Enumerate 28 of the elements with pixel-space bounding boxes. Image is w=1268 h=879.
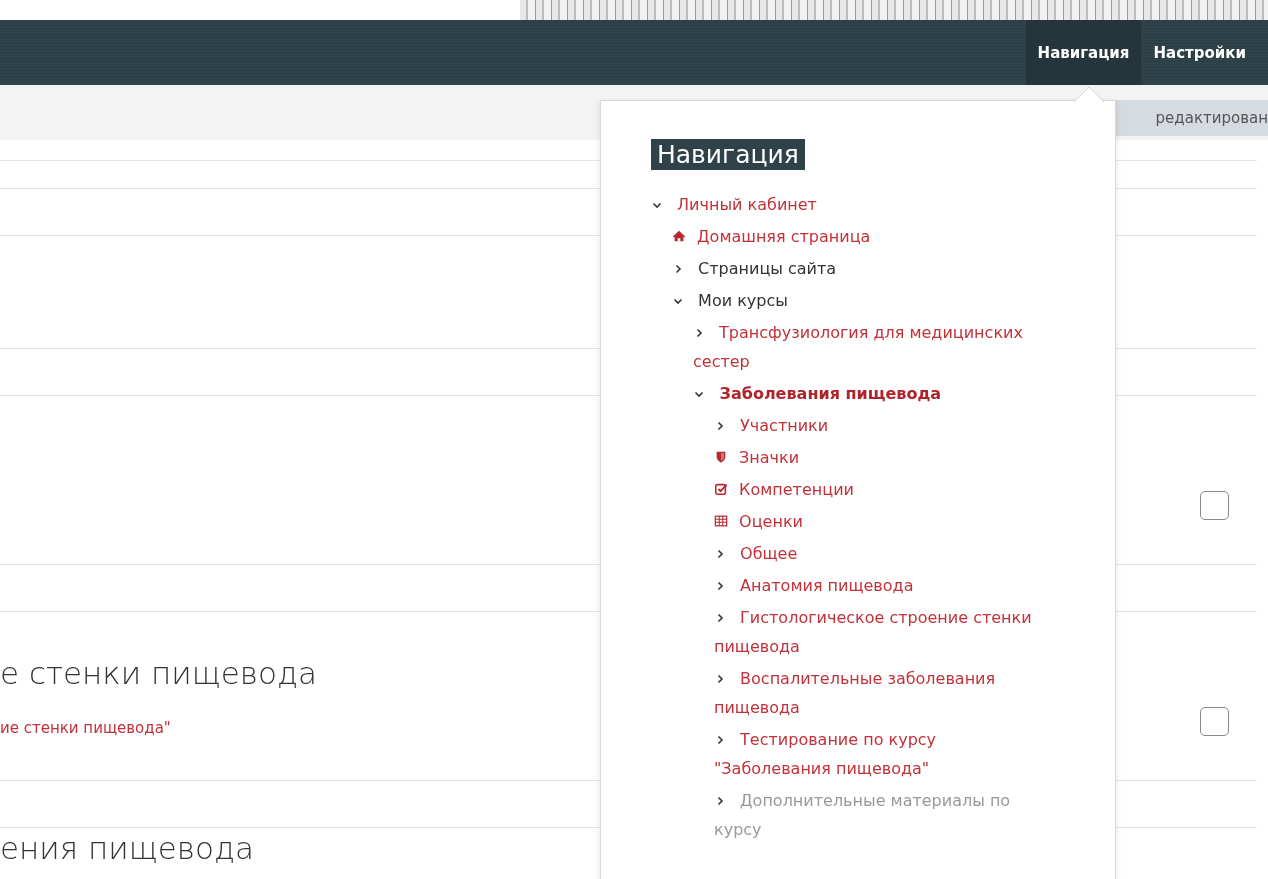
- section-heading: ения пищевода: [0, 830, 254, 868]
- nav-tab[interactable]: Настройки: [1141, 20, 1258, 85]
- home-icon: [672, 229, 686, 243]
- completion-checkbox[interactable]: [1200, 490, 1229, 520]
- tree-item[interactable]: Домашняя страница: [672, 222, 1057, 251]
- tree-item[interactable]: Гистологическое строение стенки пищевода: [714, 603, 1057, 661]
- tree-item[interactable]: Мои курсы: [672, 286, 1057, 315]
- tree-item[interactable]: Трансфузиология для медицинских сестер: [693, 318, 1057, 376]
- tree-item[interactable]: Личный кабинет: [651, 190, 1057, 219]
- tree-item[interactable]: Участники: [714, 411, 1057, 440]
- tree-item[interactable]: Тестирование по курсу "Заболевания пищевода": [714, 725, 1057, 783]
- shield-icon: [714, 450, 728, 464]
- tree-item[interactable]: Значки: [714, 443, 1057, 472]
- activity-link[interactable]: ие стенки пищевода": [0, 719, 171, 737]
- tree-item[interactable]: Заболевания пищевода: [693, 379, 1057, 408]
- table-icon: [714, 514, 728, 528]
- tree-item[interactable]: Оценки: [714, 507, 1057, 536]
- checked-box-icon: [714, 482, 728, 496]
- nav-tab[interactable]: Навигация: [1025, 20, 1142, 85]
- tree-item[interactable]: Общее: [714, 539, 1057, 568]
- section-heading: е стенки пищевода: [0, 655, 317, 691]
- completion-checkbox[interactable]: [1200, 706, 1229, 736]
- popover-title: Навигация: [651, 139, 805, 170]
- tree-item[interactable]: Дополнительные материалы по курсу: [714, 786, 1057, 844]
- tree-item[interactable]: Компетенции: [714, 475, 1057, 504]
- tree-item[interactable]: Анатомия пищевода: [714, 571, 1057, 600]
- tree-item[interactable]: Воспалительные заболевания пищевода: [714, 664, 1057, 722]
- tree-item[interactable]: Страницы сайта: [672, 254, 1057, 283]
